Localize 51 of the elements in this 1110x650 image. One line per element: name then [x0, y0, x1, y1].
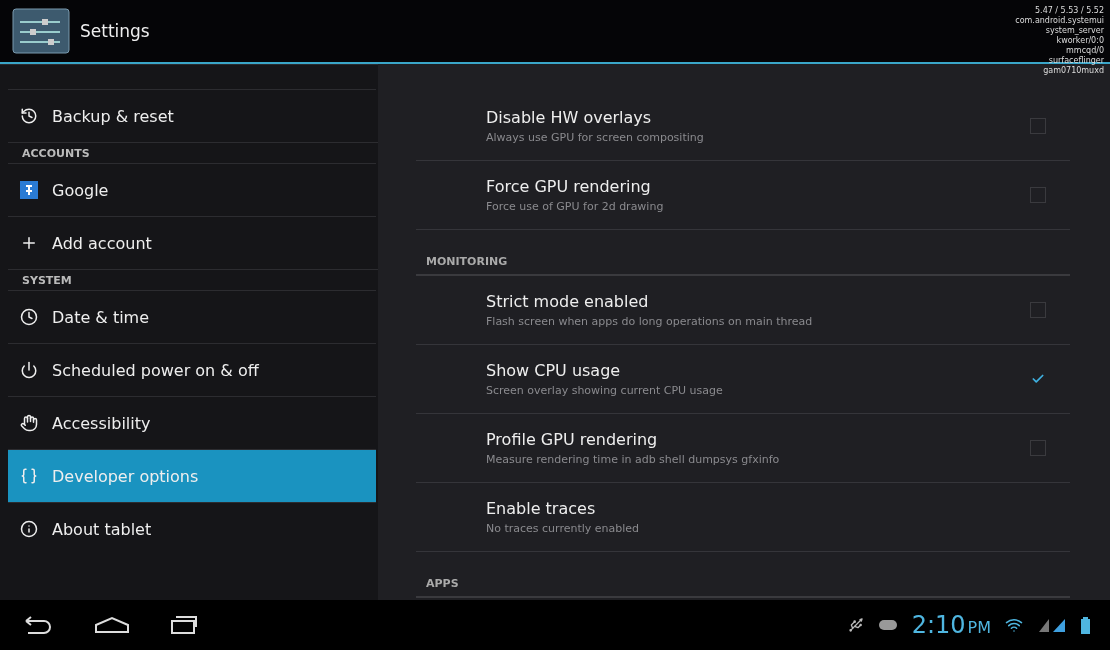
setting-title[interactable]: Force GPU rendering	[486, 177, 1030, 196]
home-button[interactable]	[94, 616, 130, 634]
setting-summary: Flash screen when apps do long operations on main thread	[486, 315, 814, 328]
settings-app-icon[interactable]	[12, 8, 70, 54]
action-bar-title: Settings	[80, 21, 150, 41]
setting-title[interactable]: Disable HW overlays	[486, 108, 1030, 127]
process-name: system_server	[1045, 26, 1104, 36]
setting-title[interactable]: Strict mode enabled	[486, 292, 1030, 311]
checkbox[interactable]	[1030, 118, 1046, 134]
process-name: mmcqd/0	[1066, 46, 1104, 56]
section-header: SYSTEM	[8, 269, 378, 290]
checkbox[interactable]	[1030, 440, 1046, 456]
sidebar-item[interactable]: Scheduled power on & off	[8, 343, 376, 396]
section-header: ACCOUNTS	[8, 142, 378, 163]
clock-time: 2:10	[911, 611, 966, 639]
menu-item-icon	[20, 414, 38, 432]
process-name: com.android.systemui	[1015, 16, 1104, 26]
setting-summary: No traces currently enabled	[486, 522, 641, 535]
setting-summary: Screen overlay showing current CPU usage	[486, 384, 724, 397]
sidebar-item[interactable]: Add account	[8, 216, 376, 269]
menu-item-icon	[20, 308, 38, 326]
menu-item-icon	[20, 107, 38, 125]
wifi-icon	[1005, 616, 1023, 634]
menu-item-icon	[20, 520, 38, 538]
google-plus-icon	[20, 181, 38, 199]
usb-icon	[847, 617, 864, 633]
notification-icon	[877, 618, 898, 632]
process-name: gam0710muxd	[1043, 66, 1104, 76]
sidebar-item[interactable]: About tablet	[8, 502, 376, 555]
setting-summary: Always use GPU for screen compositing	[486, 131, 705, 144]
checkbox[interactable]	[1030, 187, 1046, 203]
setting-summary: Force use of GPU for 2d drawing	[486, 200, 665, 213]
menu-item-icon	[20, 234, 38, 252]
setting-summary: Measure rendering time in adb shell dumpsys gfxinfo	[486, 453, 781, 466]
cpu-load-text: 5.47 / 5.53 / 5.52	[1035, 6, 1104, 16]
setting-title[interactable]: Enable traces	[486, 499, 1046, 518]
checkbox[interactable]	[1030, 302, 1046, 318]
battery-icon	[1081, 616, 1090, 634]
clock-ampm: PM	[967, 618, 991, 637]
section-header: MONITORING	[416, 230, 1070, 276]
menu-item-icon	[20, 467, 38, 485]
signal-icon	[1037, 617, 1067, 633]
recent-apps-button[interactable]	[170, 615, 198, 635]
menu-item-icon	[20, 361, 38, 379]
sidebar-item[interactable]: Backup & reset	[8, 89, 376, 142]
process-name: kworker/0:0	[1056, 36, 1104, 46]
setting-title[interactable]: Show CPU usage	[486, 361, 1030, 380]
sidebar-item[interactable]: Date & time	[8, 290, 376, 343]
section-header: APPS	[416, 552, 1070, 598]
setting-title[interactable]: Profile GPU rendering	[486, 430, 1030, 449]
sidebar-item[interactable]: Google	[8, 163, 376, 216]
